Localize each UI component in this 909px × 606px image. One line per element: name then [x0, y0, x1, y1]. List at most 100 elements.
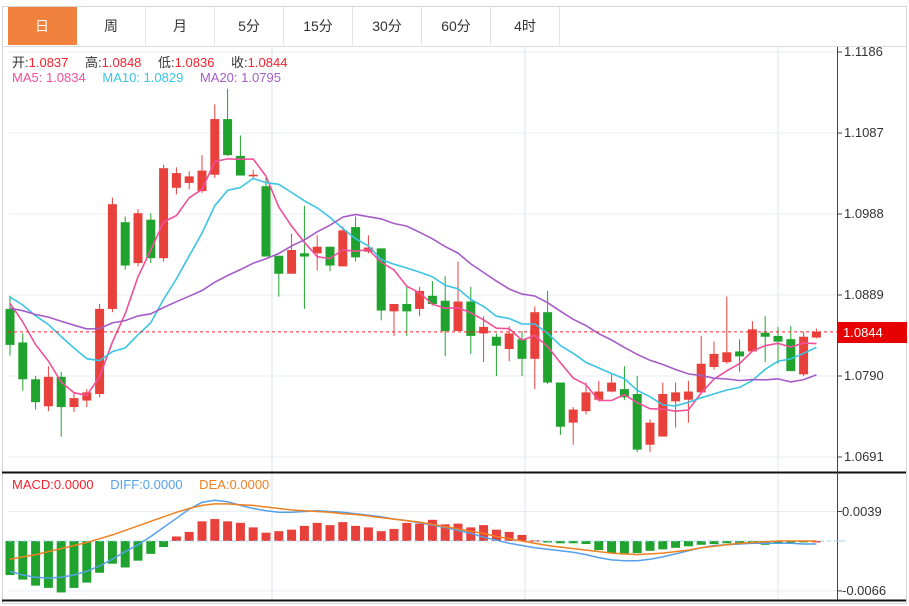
candle	[5, 308, 15, 345]
macd-histogram-layer	[5, 519, 848, 593]
candle	[658, 394, 668, 437]
tab-30min[interactable]: 30分	[353, 7, 422, 45]
last-price-badge: 1.0844	[838, 322, 907, 343]
candle	[248, 174, 258, 177]
dea-label: DEA:	[199, 477, 230, 492]
candle	[402, 304, 412, 312]
candle	[607, 382, 617, 392]
candle	[184, 176, 194, 183]
candle	[504, 333, 514, 349]
macd-readout: MACD:0.0000 DIFF:0.0000 DEA:0.0000	[12, 477, 282, 492]
timeframe-tabbar: 日 周 月 5分 15分 30分 60分 4时	[8, 7, 560, 45]
candle	[120, 222, 130, 266]
macd-bar	[632, 541, 642, 554]
tab-15min[interactable]: 15分	[284, 7, 353, 45]
diff-value: 0.0000	[142, 477, 183, 492]
candle	[722, 352, 732, 363]
candle	[671, 392, 681, 402]
candle	[69, 398, 79, 408]
macd-axis-label: 0.0039	[842, 503, 882, 519]
macd-bar	[235, 522, 245, 541]
candle	[146, 219, 156, 259]
candle	[43, 376, 53, 407]
price-axis-label: 1.0790	[844, 368, 884, 383]
candle	[555, 382, 565, 427]
candle	[18, 342, 28, 380]
macd-bar	[363, 527, 373, 541]
macd-bar	[607, 541, 617, 554]
macd-bar	[415, 523, 425, 541]
price-axis-label: 1.1186	[844, 44, 883, 59]
tab-month[interactable]: 月	[146, 7, 215, 45]
ma10-line	[9, 177, 817, 407]
macd-value: 0.0000	[53, 477, 94, 492]
macd-bar	[338, 522, 348, 541]
macd-bar	[696, 541, 706, 545]
chart-canvas[interactable]	[0, 0, 909, 606]
macd-bar	[82, 541, 92, 583]
macd-bar	[683, 541, 693, 547]
candle	[517, 339, 527, 359]
candle	[581, 392, 591, 412]
candle	[696, 363, 706, 393]
low-value: 1.0836	[174, 55, 215, 70]
macd-bar	[658, 541, 668, 550]
candle	[440, 300, 450, 331]
tab-5min[interactable]: 5分	[215, 7, 284, 45]
macd-bar	[184, 531, 194, 541]
macd-bar	[287, 529, 297, 541]
candle	[351, 227, 361, 258]
candle	[683, 391, 693, 400]
candle	[376, 248, 386, 311]
tab-week[interactable]: 周	[77, 7, 146, 45]
macd-bar	[146, 541, 156, 554]
candle	[133, 213, 143, 264]
tab-4hour[interactable]: 4时	[491, 7, 560, 45]
low-label: 低:	[158, 55, 175, 70]
macd-label: MACD:	[12, 477, 54, 492]
macd-bar	[274, 531, 284, 541]
macd-bar	[402, 522, 412, 541]
close-value: 1.0844	[247, 55, 288, 70]
candle	[760, 332, 770, 337]
macd-bar	[159, 541, 169, 548]
ma5-value: 1.0834	[45, 70, 86, 85]
ma-readout: MA5: 1.0834 MA10: 1.0829 MA20: 1.0795	[12, 70, 294, 85]
macd-bar	[43, 541, 53, 588]
macd-bar	[299, 525, 309, 541]
macd-bar	[261, 532, 271, 541]
ma-lines-layer	[9, 158, 817, 413]
macd-bar	[31, 541, 41, 586]
candle	[747, 329, 757, 352]
candle	[466, 301, 476, 336]
macd-bar	[248, 527, 258, 541]
tab-day[interactable]: 日	[8, 7, 77, 45]
ohlc-readout: 开:1.0837 高:1.0848 低:1.0836 收:1.0844	[12, 52, 300, 71]
candle	[31, 379, 41, 403]
candle	[735, 351, 745, 357]
macd-bar	[210, 519, 220, 541]
macd-bar	[389, 528, 399, 541]
diff-label: DIFF:	[110, 477, 143, 492]
candle	[338, 230, 348, 267]
macd-bar	[453, 523, 463, 541]
candle	[427, 295, 437, 304]
ma20-label: MA20:	[199, 70, 238, 85]
macd-bar	[197, 521, 207, 541]
ma10-label: MA10:	[102, 70, 140, 85]
dea-value: 0.0000	[229, 477, 270, 492]
candle	[210, 119, 220, 175]
ma10-value: 1.0829	[143, 70, 184, 85]
tab-60min[interactable]: 60分	[422, 7, 491, 45]
candle	[223, 119, 233, 156]
candle	[287, 250, 297, 274]
candle	[773, 335, 783, 342]
macd-bar	[376, 531, 386, 541]
trading-chart-app: 日 周 月 5分 15分 30分 60分 4时 开:1.0837 高:1.084…	[0, 0, 909, 606]
macd-bar	[312, 522, 322, 541]
candle	[389, 304, 399, 312]
macd-bar	[351, 525, 361, 541]
price-axis-label: 1.1087	[844, 125, 884, 140]
open-label: 开:	[12, 55, 29, 70]
macd-bar	[69, 541, 79, 588]
